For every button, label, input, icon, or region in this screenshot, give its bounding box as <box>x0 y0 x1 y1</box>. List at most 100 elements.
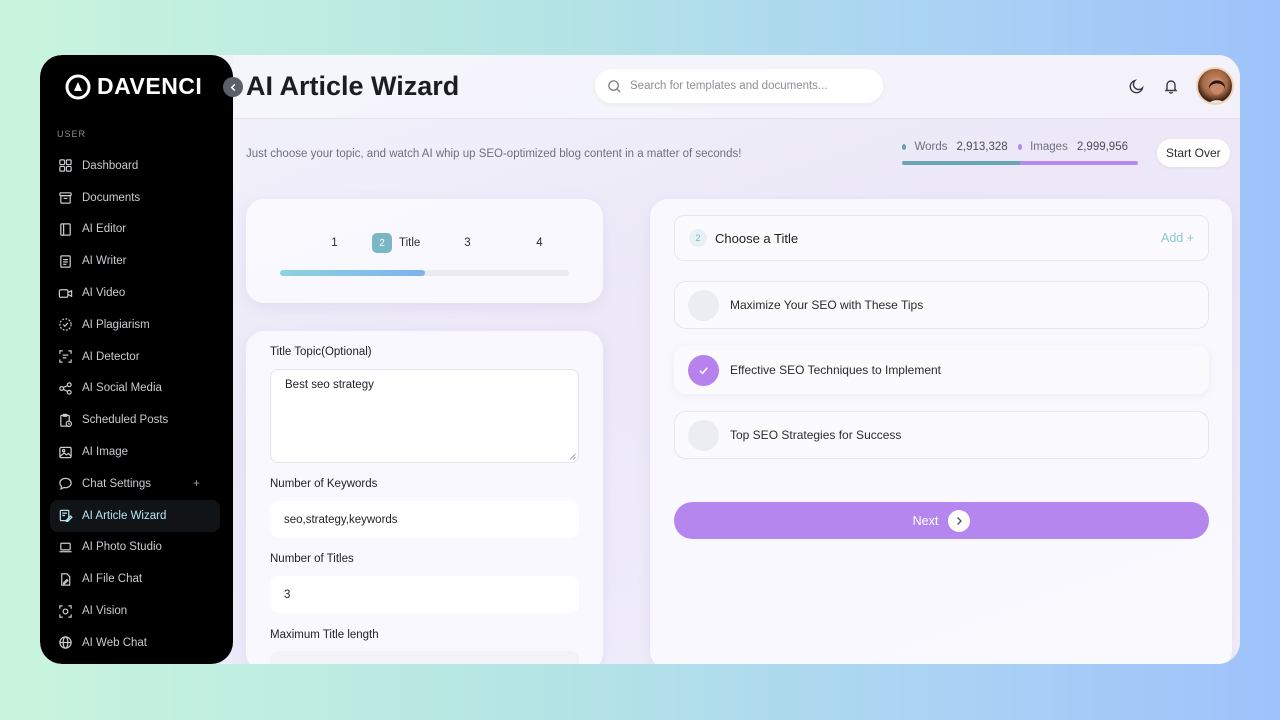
sidebar-item-label: AI Detector <box>82 350 140 363</box>
search-input[interactable]: Search for templates and documents... <box>595 69 883 103</box>
scan-text-icon <box>59 350 72 363</box>
sidebar-item-label: AI Social Media <box>82 382 162 395</box>
sidebar-item-label: AI Writer <box>82 255 127 268</box>
sidebar-item-ai-image[interactable]: AI Image <box>50 436 220 468</box>
radio-unchecked[interactable] <box>688 419 719 451</box>
file-edit-icon <box>61 573 71 586</box>
document-icon <box>60 255 71 268</box>
title-option-text: Effective SEO Techniques to Implement <box>730 363 942 377</box>
app-frame: DAVENCI USER Dashboard Documents AI Edit… <box>40 55 1240 664</box>
sidebar-item-label: AI Photo Studio <box>82 541 162 554</box>
sidebar-item-dashboard[interactable]: Dashboard <box>50 150 220 182</box>
sidebar-item-label: AI File Chat <box>82 573 143 586</box>
next-label: Next <box>912 513 939 528</box>
sidebar-section-label: USER <box>57 129 87 139</box>
check-icon <box>699 366 708 374</box>
logo-icon <box>65 74 91 99</box>
words-value: 2,913,328 <box>956 141 1008 153</box>
choose-title-header: 2 Choose a Title Add + <box>674 215 1209 261</box>
keywords-label: Number of Keywords <box>270 478 378 490</box>
start-over-button[interactable]: Start Over <box>1157 139 1230 167</box>
topic-textarea[interactable]: Best seo strategy <box>270 369 579 463</box>
avatar[interactable] <box>1196 67 1234 105</box>
title-option-selected[interactable]: Effective SEO Techniques to Implement <box>674 346 1209 394</box>
clipboard-clock-icon <box>60 413 73 427</box>
brand-name: DAVENCI <box>97 73 203 99</box>
radio-checked[interactable] <box>688 354 719 386</box>
max-length-input[interactable] <box>270 651 579 664</box>
badge-check-icon <box>59 318 72 332</box>
words-label: Words <box>914 141 948 153</box>
expand-plus-icon[interactable]: + <box>193 476 200 490</box>
titles-count-label: Number of Titles <box>270 553 354 565</box>
sidebar-item-label: Dashboard <box>82 159 139 172</box>
sidebar-item-label: Documents <box>82 191 141 204</box>
brand-logo[interactable]: DAVENCI <box>65 73 202 100</box>
resize-handle-icon[interactable] <box>569 453 576 460</box>
image-icon <box>59 446 72 458</box>
sidebar-item-ai-photo-studio[interactable]: AI Photo Studio <box>50 532 220 564</box>
sidebar-item-label: Chat Settings <box>82 477 152 490</box>
sidebar-item-ai-file-chat[interactable]: AI File Chat <box>50 563 220 595</box>
images-label: Images <box>1030 141 1068 153</box>
step-2[interactable]: 2 Title <box>372 233 442 253</box>
sidebar-item-scheduled-posts[interactable]: Scheduled Posts <box>50 404 220 436</box>
sidebar-item-label: AI Article Wizard <box>82 509 167 522</box>
vision-scan-icon <box>59 604 72 618</box>
chat-icon <box>59 478 72 491</box>
step-1[interactable]: 1 <box>312 237 357 249</box>
add-title-button[interactable]: Add + <box>1161 231 1194 245</box>
step-3[interactable]: 3 <box>445 237 490 249</box>
page-subtitle: Just choose your topic, and watch AI whi… <box>246 148 742 160</box>
sidebar-item-label: AI Video <box>82 287 126 300</box>
radio-unchecked[interactable] <box>688 289 719 321</box>
sidebar-item-ai-web-chat[interactable]: AI Web Chat <box>50 627 220 659</box>
title-option-text: Maximize Your SEO with These Tips <box>730 298 924 312</box>
book-icon <box>60 223 71 236</box>
choose-title-card: 2 Choose a Title Add + Maximize Your SEO… <box>650 199 1232 664</box>
title-option[interactable]: Top SEO Strategies for Success <box>674 411 1209 459</box>
sidebar-item-ai-plagiarism[interactable]: AI Plagiarism <box>50 309 220 341</box>
sidebar-item-documents[interactable]: Documents <box>50 182 220 214</box>
sidebar-item-label: AI Plagiarism <box>82 318 150 331</box>
sidebar-item-ai-article-wizard[interactable]: AI Article Wizard <box>50 499 220 532</box>
sidebar-item-ai-editor[interactable]: AI Editor <box>50 214 220 246</box>
user-photo-icon <box>1208 77 1226 103</box>
titles-count-input[interactable]: 3 <box>270 576 579 613</box>
next-button[interactable]: Next <box>674 502 1209 539</box>
choose-title-heading: Choose a Title <box>715 230 799 246</box>
globe-icon <box>59 636 72 650</box>
moon-icon[interactable] <box>1128 77 1146 95</box>
step-4[interactable]: 4 <box>517 237 562 249</box>
step-2-number: 2 <box>372 233 392 253</box>
max-length-label: Maximum Title length <box>270 629 379 641</box>
title-option[interactable]: Maximize Your SEO with These Tips <box>674 281 1209 329</box>
sidebar-item-label: Scheduled Posts <box>82 414 169 427</box>
keywords-input[interactable]: seo,strategy,keywords <box>270 501 579 538</box>
wizard-steps: 1 2 Title 3 4 <box>312 233 562 253</box>
sidebar-item-chat-settings[interactable]: Chat Settings + <box>50 468 220 500</box>
arrow-right-icon <box>948 509 971 532</box>
sidebar-item-ai-video[interactable]: AI Video <box>50 277 220 309</box>
sidebar-collapse-button[interactable] <box>223 77 243 97</box>
step-chip: 2 <box>689 229 707 247</box>
page-title: AI Article Wizard <box>246 71 460 101</box>
sidebar-item-ai-detector[interactable]: AI Detector <box>50 341 220 373</box>
sidebar-item-ai-vision[interactable]: AI Vision <box>50 595 220 627</box>
sidebar-item-ai-writer[interactable]: AI Writer <box>50 245 220 277</box>
wizard-progress-fill <box>280 270 425 276</box>
keywords-value: seo,strategy,keywords <box>284 513 398 526</box>
share-icon <box>59 382 72 395</box>
sidebar-nav: Dashboard Documents AI Editor AI Writer … <box>50 150 220 659</box>
bell-icon[interactable] <box>1162 77 1180 95</box>
sidebar-item-label: AI Web Chat <box>82 636 147 649</box>
sidebar-item-label: AI Vision <box>82 605 128 618</box>
sidebar-item-ai-social-media[interactable]: AI Social Media <box>50 373 220 405</box>
usage-bar <box>902 161 1138 165</box>
usage-stats: Words 2,913,328 Images 2,999,956 <box>902 141 1138 165</box>
video-icon <box>58 288 73 298</box>
sidebar-item-label: AI Editor <box>82 223 127 236</box>
top-header: AI Article Wizard Search for templates a… <box>233 55 1240 119</box>
step-2-label: Title <box>399 237 421 249</box>
images-value: 2,999,956 <box>1076 141 1128 153</box>
